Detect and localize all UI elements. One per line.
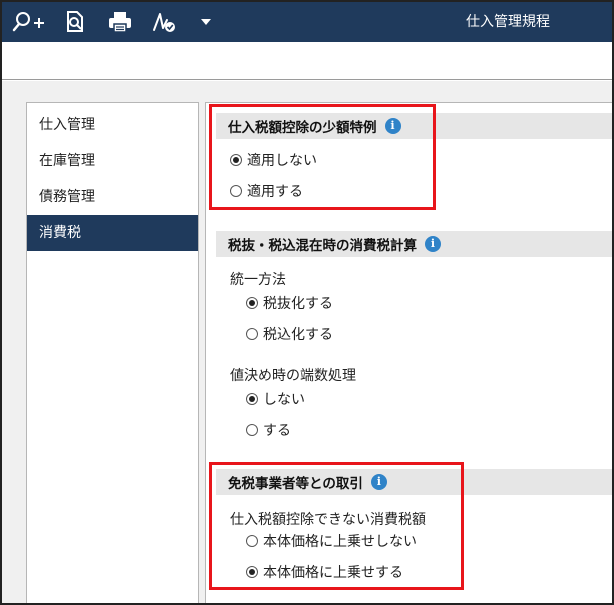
info-icon[interactable]: i bbox=[384, 118, 401, 134]
radio-label: 適用する bbox=[247, 184, 303, 200]
radio-no-surcharge[interactable]: 本体価格に上乗せしない bbox=[246, 531, 417, 551]
radio-label: する bbox=[263, 423, 291, 439]
radio-button[interactable] bbox=[246, 328, 258, 340]
radio-label: 本体価格に上乗せする bbox=[263, 565, 403, 581]
sidebar-item-purchasing[interactable]: 仕入管理 bbox=[27, 107, 198, 143]
radio-rounding-yes[interactable]: する bbox=[246, 420, 291, 440]
radio-not-apply[interactable]: 適用しない bbox=[230, 150, 317, 170]
document-title: 仕入管理規程 bbox=[466, 14, 550, 30]
radio-label: 税込化する bbox=[263, 327, 333, 343]
sidebar: 仕入管理 在庫管理 債務管理 消費税 bbox=[26, 102, 199, 603]
radio-label: しない bbox=[263, 392, 305, 408]
radio-button[interactable] bbox=[230, 185, 242, 197]
section-title: 免税事業者等との取引 bbox=[228, 476, 363, 492]
radio-surcharge[interactable]: 本体価格に上乗せする bbox=[246, 562, 403, 582]
app-window: 仕入管理規程 仕入管理 在庫管理 債務管理 消費税 仕入税額控除の少額特例 i … bbox=[0, 0, 614, 605]
secondary-bar bbox=[2, 42, 612, 80]
radio-label: 税抜化する bbox=[263, 296, 333, 312]
radio-label: 適用しない bbox=[247, 153, 317, 169]
rounding-label: 値決め時の端数処理 bbox=[230, 368, 356, 384]
signature-icon[interactable] bbox=[148, 2, 180, 42]
unify-method-label: 統一方法 bbox=[230, 272, 286, 288]
radio-button[interactable] bbox=[246, 424, 258, 436]
section-title: 仕入税額控除の少額特例 bbox=[228, 120, 377, 136]
info-icon[interactable]: i bbox=[370, 474, 387, 490]
content-area: 仕入管理 在庫管理 債務管理 消費税 仕入税額控除の少額特例 i 適用しない 適… bbox=[2, 81, 612, 603]
dropdown-arrow-icon[interactable] bbox=[194, 2, 218, 42]
print-icon[interactable] bbox=[104, 2, 136, 42]
radio-apply[interactable]: 適用する bbox=[230, 181, 303, 201]
settings-panel: 仕入税額控除の少額特例 i 適用しない 適用する 税抜・税込混在時の消費税計算 … bbox=[205, 102, 612, 603]
radio-button[interactable] bbox=[246, 535, 258, 547]
section-header-mixed-calc: 税抜・税込混在時の消費税計算 i bbox=[216, 231, 612, 257]
radio-button[interactable] bbox=[230, 154, 242, 166]
exempt-sub-label: 仕入税額控除できない消費税額 bbox=[230, 512, 426, 528]
radio-label: 本体価格に上乗せしない bbox=[263, 534, 417, 550]
radio-tax-exclusive[interactable]: 税抜化する bbox=[246, 293, 333, 313]
sidebar-item-consumption-tax[interactable]: 消費税 bbox=[27, 215, 198, 251]
radio-tax-inclusive[interactable]: 税込化する bbox=[246, 324, 333, 344]
section-header-exempt: 免税事業者等との取引 i bbox=[216, 469, 612, 495]
radio-rounding-no[interactable]: しない bbox=[246, 389, 305, 409]
radio-button[interactable] bbox=[246, 393, 258, 405]
sidebar-item-payables[interactable]: 債務管理 bbox=[27, 179, 198, 215]
sidebar-item-inventory[interactable]: 在庫管理 bbox=[27, 143, 198, 179]
info-icon[interactable]: i bbox=[425, 236, 441, 252]
search-page-icon[interactable] bbox=[60, 2, 90, 42]
top-toolbar: 仕入管理規程 bbox=[2, 2, 612, 42]
section-header-small-amount: 仕入税額控除の少額特例 i bbox=[216, 113, 612, 139]
zoom-in-icon[interactable] bbox=[10, 2, 48, 42]
radio-button[interactable] bbox=[246, 297, 258, 309]
radio-button[interactable] bbox=[246, 566, 258, 578]
section-title: 税抜・税込混在時の消費税計算 bbox=[228, 238, 417, 254]
